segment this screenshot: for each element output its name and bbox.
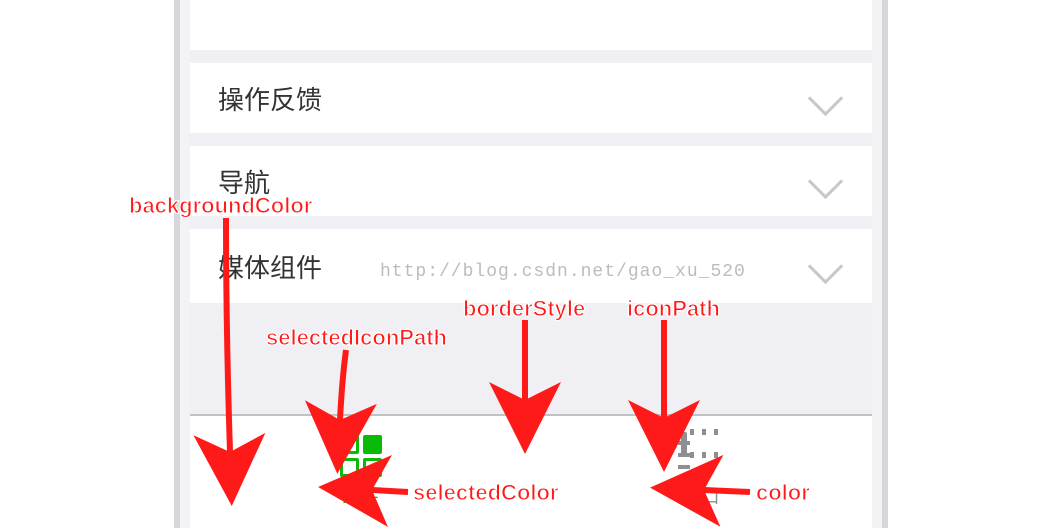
arrow-icon xyxy=(0,0,1051,528)
page-root: 操作反馈 导航 媒体组件 组件 xyxy=(0,0,1051,528)
